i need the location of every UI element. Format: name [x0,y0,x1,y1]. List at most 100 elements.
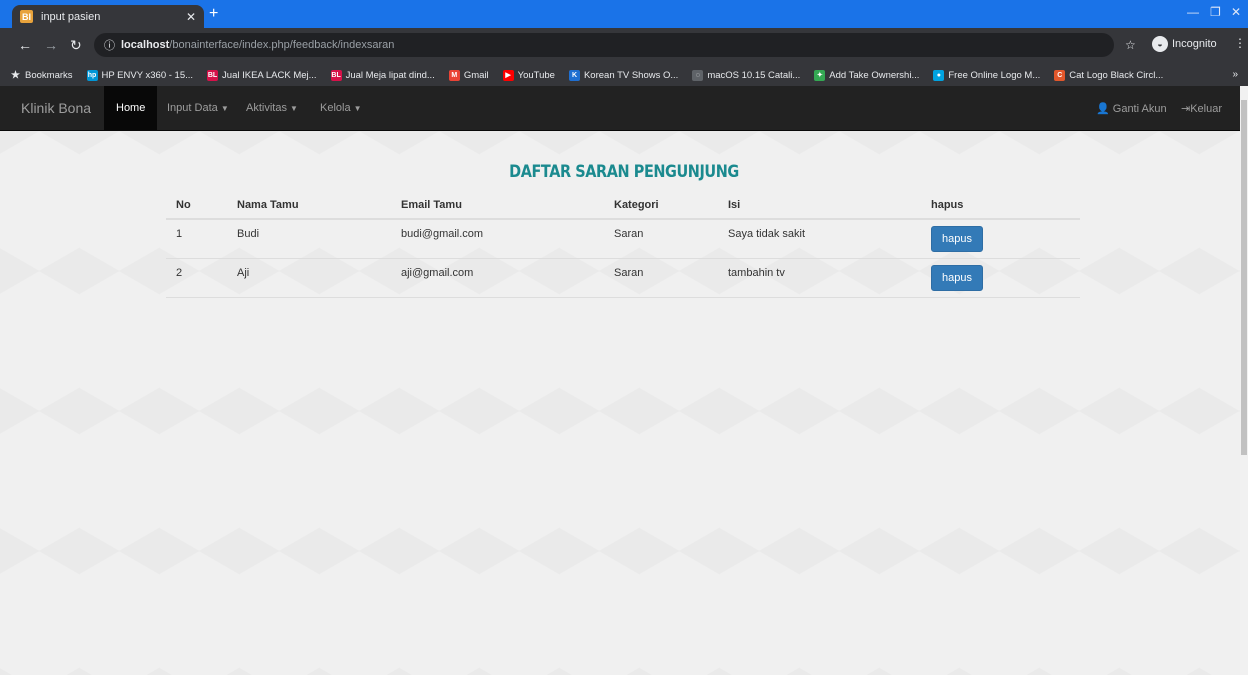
caret-down-icon: ▼ [353,104,362,113]
bookmark-label: Jual IKEA LACK Mej... [222,69,317,81]
globe-icon: ◌ [692,69,704,81]
browser-toolbar: ← → ↻ ⓘ localhost /bonainterface/index.p… [0,28,1248,64]
nav-kelola[interactable]: Kelola ▼ [320,102,362,114]
hapus-button[interactable]: hapus [931,226,983,252]
nav-input-data-label: Input Data [167,102,218,114]
info-icon[interactable]: ⓘ [104,37,115,53]
nav-aktivitas-label: Aktivitas [246,102,287,114]
browser-tab-strip: BI input pasien ✕ + — ❐ ✕ [0,0,1248,28]
nav-ganti-akun-label: Ganti Akun [1112,103,1167,115]
cat-logo-icon: C [1054,69,1066,81]
logout-icon: ⇥ [1181,103,1191,115]
cell-email: aji@gmail.com [391,258,604,298]
puzzle-icon: ✦ [814,69,826,81]
nav-input-data[interactable]: Input Data ▼ [167,102,229,114]
maximize-icon[interactable]: ❐ [1210,5,1221,19]
nav-ganti-akun[interactable]: 👤 Ganti Akun [1096,102,1167,115]
table-header-row: No Nama Tamu Email Tamu Kategori Isi hap… [166,192,1080,220]
bookmark-label: Jual Meja lipat dind... [345,69,435,81]
bookmark-item[interactable]: ★ Bookmarks [10,70,73,81]
cell-no: 2 [166,258,227,298]
more-bookmarks-icon[interactable]: » [1232,69,1238,80]
bookmark-item[interactable]: M Gmail [448,69,489,81]
minimize-icon[interactable]: — [1187,5,1199,19]
cell-kategori: Saran [604,219,718,259]
forward-icon[interactable]: → [44,37,58,53]
column-header: Isi [718,192,921,220]
bookmark-item[interactable]: hp HP ENVY x360 - 15... [86,69,194,81]
bookmark-item[interactable]: ✦ Add Take Ownershi... [814,69,920,81]
bookmark-item[interactable]: ● Free Online Logo M... [933,69,1041,81]
page-title: DAFTAR SARAN PENGUNJUNG [509,162,739,182]
cell-isi: tambahin tv [718,258,921,298]
column-header: Nama Tamu [227,192,391,220]
bookmark-label: Cat Logo Black Circl... [1069,69,1164,81]
column-header: Kategori [604,192,718,220]
bookmark-label: macOS 10.15 Catali... [707,69,801,81]
close-tab-icon[interactable]: ✕ [186,10,196,24]
k-icon: K [568,69,580,81]
browser-tab[interactable]: BI input pasien ✕ [12,5,204,28]
bookmark-label: Free Online Logo M... [948,69,1041,81]
close-window-icon[interactable]: ✕ [1231,5,1241,19]
user-icon: 👤 [1096,103,1110,115]
bookmarks-bar: ★ Bookmarks hp HP ENVY x360 - 15... BL Jual I… [0,64,1248,86]
gmail-icon: M [448,69,460,81]
bl-icon: BL [330,69,342,81]
youtube-icon: ▶ [502,69,514,81]
bookmark-label: Bookmarks [25,69,73,81]
bookmark-label: Gmail [463,69,489,81]
bookmark-star-icon[interactable]: ☆ [1125,38,1136,52]
nav-home[interactable]: Home [104,86,158,131]
nav-keluar[interactable]: ⇥Keluar [1181,102,1222,115]
nav-keluar-label: Keluar [1190,103,1223,115]
site-navbar: Klinik Bona Home Input Data ▼ Aktivitas … [0,86,1240,131]
incognito-indicator[interactable]: ◒ Incognito [1152,36,1217,52]
bl-icon: BL [207,69,219,81]
site-brand[interactable]: Klinik Bona [21,100,91,116]
bookmark-item[interactable]: ▶ YouTube [502,69,555,81]
url-path: /bonainterface/index.php/feedback/indexs… [169,39,395,51]
bookmark-item[interactable]: C Cat Logo Black Circl... [1054,69,1164,81]
bookmark-item[interactable]: K Korean TV Shows O... [568,69,679,81]
logo-maker-icon: ● [933,69,945,81]
bookmark-item[interactable]: BL Jual Meja lipat dind... [330,69,435,81]
cell-action: hapus [921,258,1080,298]
reload-icon[interactable]: ↻ [70,37,82,54]
caret-down-icon: ▼ [220,104,229,113]
star-icon: ★ [11,69,20,81]
site-favicon-icon: BI [20,10,33,23]
back-icon[interactable]: ← [18,37,32,53]
column-header: Email Tamu [391,192,604,220]
saran-table: No Nama Tamu Email Tamu Kategori Isi hap… [166,192,1080,298]
new-tab-icon[interactable]: + [209,5,218,23]
address-bar[interactable]: ⓘ localhost /bonainterface/index.php/fee… [94,33,1114,57]
cell-action: hapus [921,219,1080,259]
hapus-button[interactable]: hapus [931,264,983,291]
column-header: No [166,192,227,220]
url-host: localhost [121,39,170,51]
cell-kategori: Saran [604,258,718,298]
scrollbar-thumb[interactable] [1241,100,1247,455]
cell-isi: Saya tidak sakit [718,219,921,259]
bookmark-label: YouTube [517,69,555,81]
incognito-icon: ◒ [1152,36,1168,52]
cell-nama: Budi [227,219,391,259]
browser-menu-icon[interactable]: ⋮ [1234,36,1246,50]
hp-icon: hp [86,69,98,81]
bookmark-item[interactable]: BL Jual IKEA LACK Mej... [207,69,317,81]
nav-kelola-label: Kelola [320,102,351,114]
nav-aktivitas[interactable]: Aktivitas ▼ [246,102,298,114]
bookmark-label: HP ENVY x360 - 15... [101,69,194,81]
incognito-label: Incognito [1172,38,1217,50]
table-row: 2 Aji aji@gmail.com Saran tambahin tv ha… [166,258,1080,298]
bookmark-item[interactable]: ◌ macOS 10.15 Catali... [692,69,801,81]
bookmark-label: Add Take Ownershi... [829,69,920,81]
bookmark-label: Korean TV Shows O... [583,69,679,81]
cell-email: budi@gmail.com [391,219,604,259]
tab-title: input pasien [41,10,101,23]
cell-nama: Aji [227,258,391,298]
cell-no: 1 [166,219,227,259]
column-header: hapus [921,192,1080,220]
caret-down-icon: ▼ [290,104,298,113]
